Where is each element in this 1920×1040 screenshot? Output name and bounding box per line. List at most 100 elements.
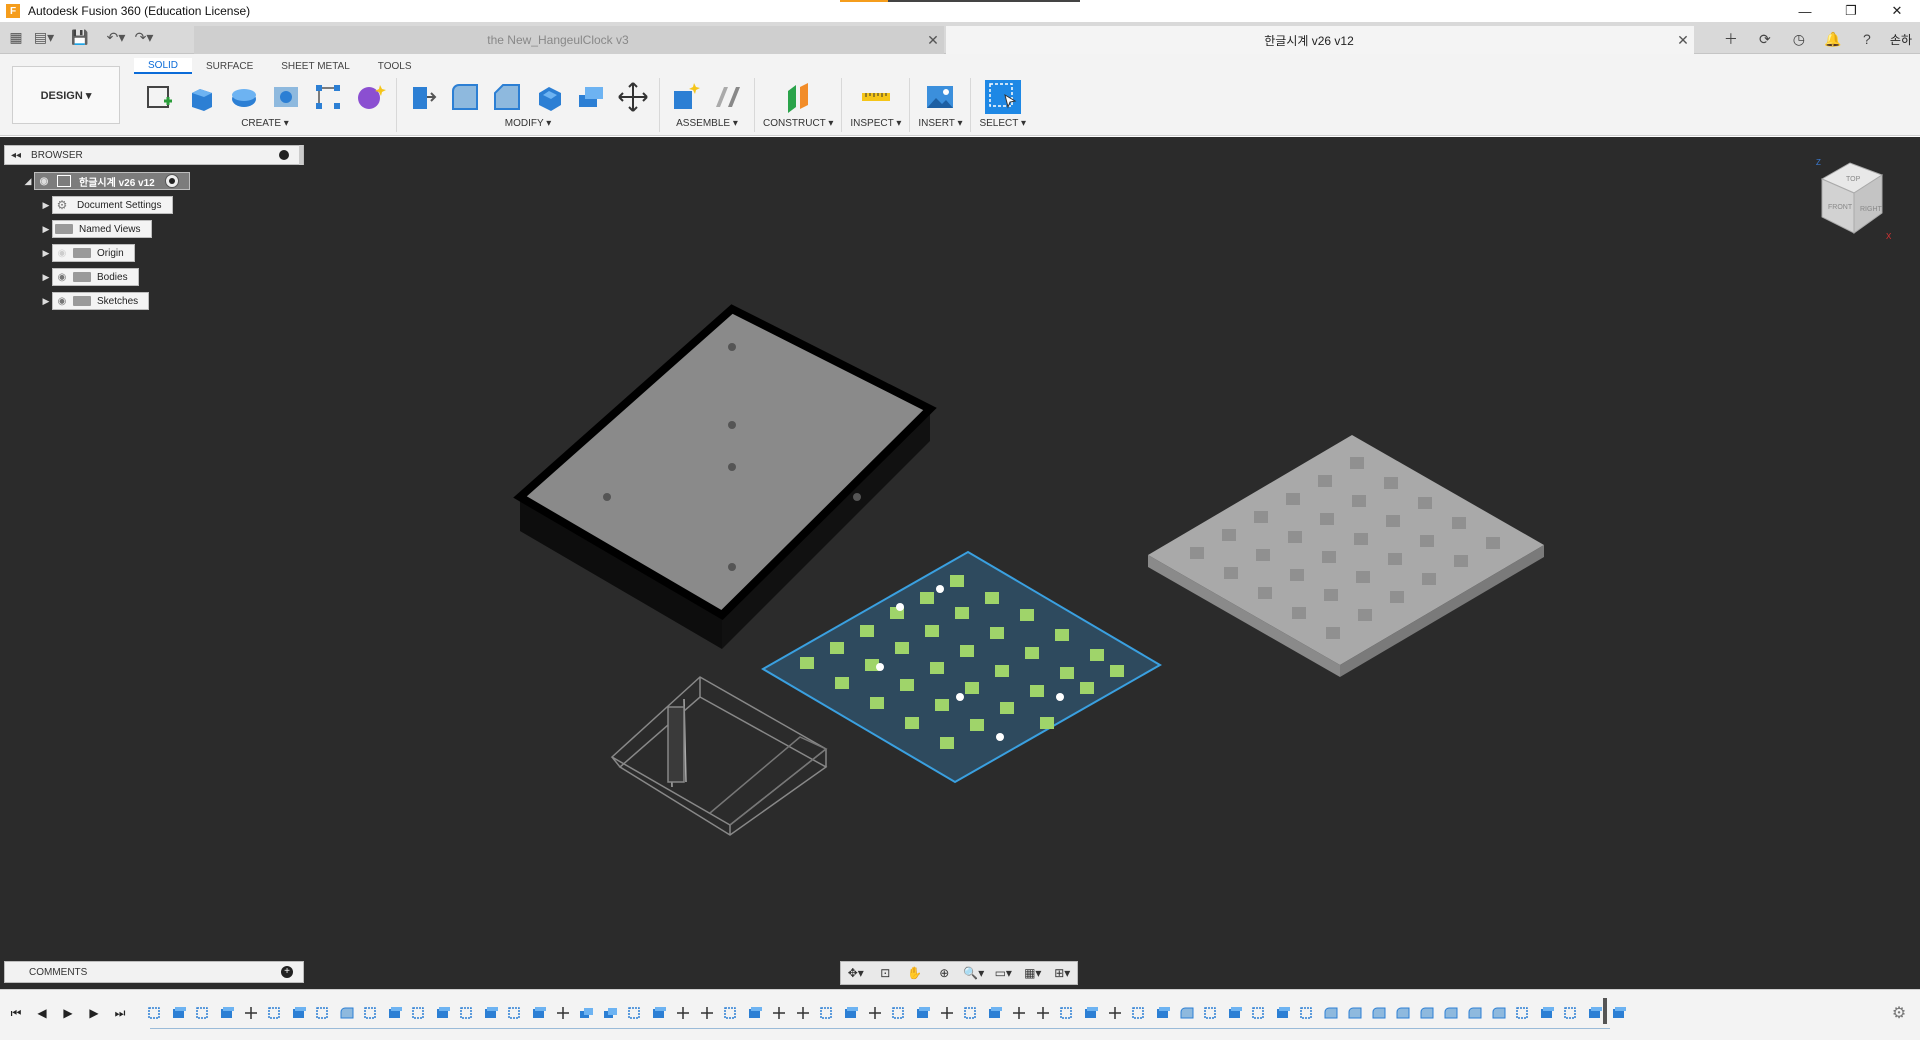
notifications-icon[interactable]: 🔔 (1822, 28, 1844, 50)
timeline-extrude-icon[interactable] (650, 1005, 668, 1021)
modify-group-label[interactable]: MODIFY ▾ (505, 118, 552, 129)
close-tab-icon[interactable]: ✕ (1672, 32, 1694, 49)
tree-node-sketches[interactable]: ◉ Sketches (52, 292, 150, 310)
grid-menu-icon[interactable]: ▦ (4, 26, 28, 50)
timeline-extrude-icon[interactable] (434, 1005, 452, 1021)
timeline-fillet-icon[interactable] (1442, 1005, 1460, 1021)
timeline-extrude-icon[interactable] (290, 1005, 308, 1021)
timeline-extrude-icon[interactable] (170, 1005, 188, 1021)
timeline-sketch-icon[interactable] (410, 1005, 428, 1021)
timeline-extrude-icon[interactable] (530, 1005, 548, 1021)
timeline-sketch-icon[interactable] (890, 1005, 908, 1021)
timeline-fillet-icon[interactable] (1178, 1005, 1196, 1021)
display-settings-icon[interactable]: ▭▾ (992, 964, 1014, 982)
view-cube[interactable]: TOP FRONT RIGHT Z X (1810, 155, 1900, 245)
revolve-icon[interactable] (226, 80, 262, 114)
combine-icon[interactable] (573, 80, 609, 114)
timeline-sketch-icon[interactable] (1058, 1005, 1076, 1021)
timeline-move-icon[interactable] (794, 1005, 812, 1021)
timeline-sketch-icon[interactable] (1298, 1005, 1316, 1021)
joint-icon[interactable] (710, 80, 746, 114)
create-group-label[interactable]: CREATE ▾ (241, 118, 289, 129)
timeline-move-icon[interactable] (866, 1005, 884, 1021)
workspace-switcher-button[interactable]: DESIGN ▾ (12, 66, 120, 124)
collapse-panel-icon[interactable]: ◂◂ (11, 150, 21, 161)
close-tab-icon[interactable]: ✕ (922, 32, 944, 49)
viewcube-front-face[interactable]: FRONT (1828, 204, 1853, 211)
timeline-extrude-icon[interactable] (482, 1005, 500, 1021)
inspect-group-label[interactable]: INSPECT ▾ (850, 118, 901, 129)
timeline-settings-gear-icon[interactable]: ⚙ (1890, 1004, 1908, 1022)
viewcube-top-face[interactable]: TOP (1846, 176, 1861, 183)
stand-wireframe[interactable] (610, 676, 828, 836)
play-icon[interactable]: ▶ (60, 1004, 76, 1022)
file-menu-icon[interactable]: ▤▾ (32, 26, 56, 50)
timeline-sketch-icon[interactable] (1130, 1005, 1148, 1021)
press-pull-icon[interactable] (405, 80, 441, 114)
shell-icon[interactable] (531, 80, 567, 114)
tab-solid[interactable]: SOLID (134, 58, 193, 74)
timeline-move-icon[interactable] (242, 1005, 260, 1021)
viewcube-right-face[interactable]: RIGHT (1860, 206, 1883, 213)
timeline-extrude-icon[interactable] (1586, 1005, 1604, 1021)
measure-icon[interactable] (858, 80, 894, 114)
expand-triangle-icon[interactable]: ▶ (40, 248, 52, 259)
timeline-fillet-icon[interactable] (1466, 1005, 1484, 1021)
timeline-sketch-icon[interactable] (146, 1005, 164, 1021)
visibility-eye-icon[interactable]: ◉ (53, 244, 71, 262)
tab-surface[interactable]: SURFACE (192, 58, 267, 74)
timeline-sketch-icon[interactable] (818, 1005, 836, 1021)
look-at-icon[interactable]: ⊡ (874, 964, 896, 982)
viewports-icon[interactable]: ⊞▾ (1051, 964, 1073, 982)
browser-options-icon[interactable] (279, 150, 289, 160)
redo-icon[interactable]: ↷▾ (132, 26, 156, 50)
timeline-extrude-icon[interactable] (986, 1005, 1004, 1021)
timeline-extrude-icon[interactable] (746, 1005, 764, 1021)
minimize-button[interactable]: — (1782, 0, 1828, 22)
visibility-eye-icon[interactable]: ◉ (35, 172, 53, 190)
go-to-start-icon[interactable]: ⏮ (8, 1004, 24, 1022)
chamfer-icon[interactable] (489, 80, 525, 114)
timeline-sketch-icon[interactable] (362, 1005, 380, 1021)
extrude-icon[interactable] (184, 80, 220, 114)
document-tab-active[interactable]: 한글시계 v26 v12 ✕ (946, 26, 1694, 54)
visibility-eye-icon[interactable]: ◉ (53, 268, 71, 286)
job-status-icon[interactable]: ◷ (1788, 28, 1810, 50)
timeline-extrude-icon[interactable] (1274, 1005, 1292, 1021)
move-copy-icon[interactable] (615, 80, 651, 114)
save-icon[interactable]: 💾 (68, 26, 92, 50)
timeline-sketch-icon[interactable] (314, 1005, 332, 1021)
timeline-extrude-icon[interactable] (1610, 1005, 1628, 1021)
timeline-move-icon[interactable] (1010, 1005, 1028, 1021)
timeline-sketch-icon[interactable] (1250, 1005, 1268, 1021)
timeline-fillet-icon[interactable] (1394, 1005, 1412, 1021)
timeline-sketch-icon[interactable] (626, 1005, 644, 1021)
timeline-move-icon[interactable] (938, 1005, 956, 1021)
create-form-icon[interactable] (352, 80, 388, 114)
timeline-extrude-icon[interactable] (842, 1005, 860, 1021)
pattern-icon[interactable] (310, 80, 346, 114)
expand-triangle-icon[interactable]: ▶ (40, 200, 52, 211)
tree-node-named-views[interactable]: Named Views (52, 220, 152, 238)
create-sketch-icon[interactable] (142, 80, 178, 114)
tree-node-bodies[interactable]: ◉ Bodies (52, 268, 139, 286)
timeline-fillet-icon[interactable] (1418, 1005, 1436, 1021)
sync-icon[interactable]: ⟳ (1754, 28, 1776, 50)
pan-hand-icon[interactable]: ✋ (904, 964, 926, 982)
tree-node-origin[interactable]: ◉ Origin (52, 244, 135, 262)
timeline-extrude-icon[interactable] (1082, 1005, 1100, 1021)
timeline-extrude-icon[interactable] (386, 1005, 404, 1021)
go-to-end-icon[interactable]: ⏭ (112, 1004, 128, 1022)
engraved-letter-plate[interactable] (1148, 435, 1544, 677)
timeline-extrude-icon[interactable] (1154, 1005, 1172, 1021)
offset-plane-icon[interactable] (780, 80, 816, 114)
assemble-group-label[interactable]: ASSEMBLE ▾ (676, 118, 738, 129)
tree-node-document-settings[interactable]: ⚙ Document Settings (52, 196, 173, 214)
timeline-fillet-icon[interactable] (1490, 1005, 1508, 1021)
tray-body[interactable] (513, 304, 937, 649)
timeline-move-icon[interactable] (674, 1005, 692, 1021)
restore-button[interactable]: ❐ (1828, 0, 1874, 22)
zoom-icon[interactable]: ⊕ (933, 964, 955, 982)
timeline-sketch-icon[interactable] (962, 1005, 980, 1021)
activate-radio-icon[interactable] (164, 174, 179, 188)
